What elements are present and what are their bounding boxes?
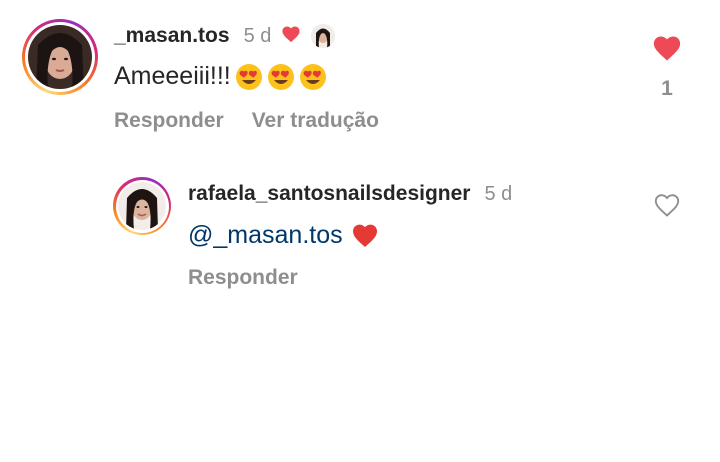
- author-liked-heart-icon: [281, 25, 301, 48]
- comment-username[interactable]: rafaela_santosnailsdesigner: [188, 182, 470, 206]
- avatar: [28, 25, 92, 89]
- avatar: [118, 182, 166, 230]
- heart-eyes-emoji-icon: [235, 63, 263, 91]
- heart-eyes-emoji-icon: [267, 63, 295, 91]
- red-heart-emoji-icon: [351, 222, 379, 250]
- translate-button[interactable]: Ver tradução: [252, 109, 379, 133]
- like-heart-outline-icon[interactable]: [653, 192, 681, 223]
- comment-username[interactable]: _masan.tos: [114, 24, 230, 48]
- heart-eyes-emoji-icon: [299, 63, 327, 91]
- like-heart-filled-icon[interactable]: [652, 34, 682, 67]
- author-avatar-mini: [311, 24, 336, 48]
- avatar-story-ring[interactable]: [113, 177, 171, 235]
- reply-button[interactable]: Responder: [114, 109, 224, 133]
- avatar-story-ring[interactable]: [22, 19, 98, 95]
- reply-button[interactable]: Responder: [188, 266, 298, 290]
- mention-link[interactable]: @_masan.tos: [188, 221, 343, 250]
- comment-time: 5 d: [243, 24, 272, 47]
- like-count[interactable]: 1: [661, 77, 673, 101]
- comment-time: 5 d: [484, 182, 513, 205]
- comment-text: Ameeeiii!!!: [114, 62, 231, 90]
